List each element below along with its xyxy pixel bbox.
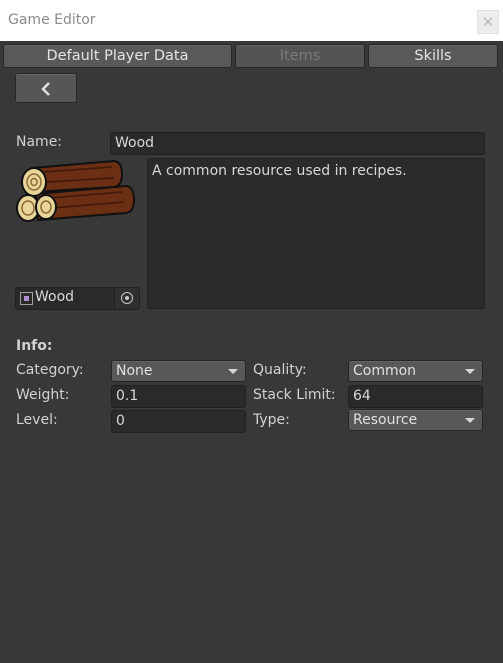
category-value: None (116, 363, 153, 379)
name-label: Name: (16, 134, 63, 150)
sprite-object-field[interactable]: Wood (15, 287, 140, 310)
quality-label: Quality: (253, 362, 307, 378)
tab-default-player-data[interactable]: Default Player Data (3, 44, 232, 68)
stack-limit-field[interactable]: 64 (348, 385, 483, 408)
level-field[interactable]: 0 (111, 410, 246, 433)
category-dropdown[interactable]: None (111, 360, 246, 382)
item-icon-preview (14, 156, 136, 230)
object-picker-icon[interactable] (114, 288, 139, 309)
sprite-name: Wood (35, 289, 75, 305)
info-heading: Info: (16, 338, 53, 354)
title-bar: Game Editor (0, 0, 503, 41)
wood-logs-icon (16, 159, 136, 222)
quality-value: Common (353, 363, 417, 379)
dropdown-arrow-icon (228, 369, 238, 374)
tab-items[interactable]: Items (235, 44, 365, 68)
level-label: Level: (16, 412, 58, 428)
game-editor-window: Game Editor Default Player Data Items Sk… (0, 0, 503, 663)
name-field[interactable]: Wood (110, 132, 485, 155)
quality-dropdown[interactable]: Common (348, 360, 483, 382)
weight-label: Weight: (16, 387, 70, 403)
type-value: Resource (353, 412, 418, 428)
category-label: Category: (16, 362, 84, 378)
description-field[interactable]: A common resource used in recipes. (147, 158, 485, 309)
dropdown-arrow-icon (465, 418, 475, 423)
back-button[interactable] (15, 73, 77, 103)
type-dropdown[interactable]: Resource (348, 409, 483, 431)
window-title: Game Editor (8, 12, 96, 28)
close-icon[interactable] (477, 10, 499, 34)
weight-field[interactable]: 0.1 (111, 385, 246, 408)
chevron-left-icon (41, 82, 50, 96)
tab-skills[interactable]: Skills (368, 44, 498, 68)
sprite-icon (20, 292, 33, 305)
type-label: Type: (253, 412, 290, 428)
dropdown-arrow-icon (465, 369, 475, 374)
stack-limit-label: Stack Limit: (253, 387, 336, 403)
